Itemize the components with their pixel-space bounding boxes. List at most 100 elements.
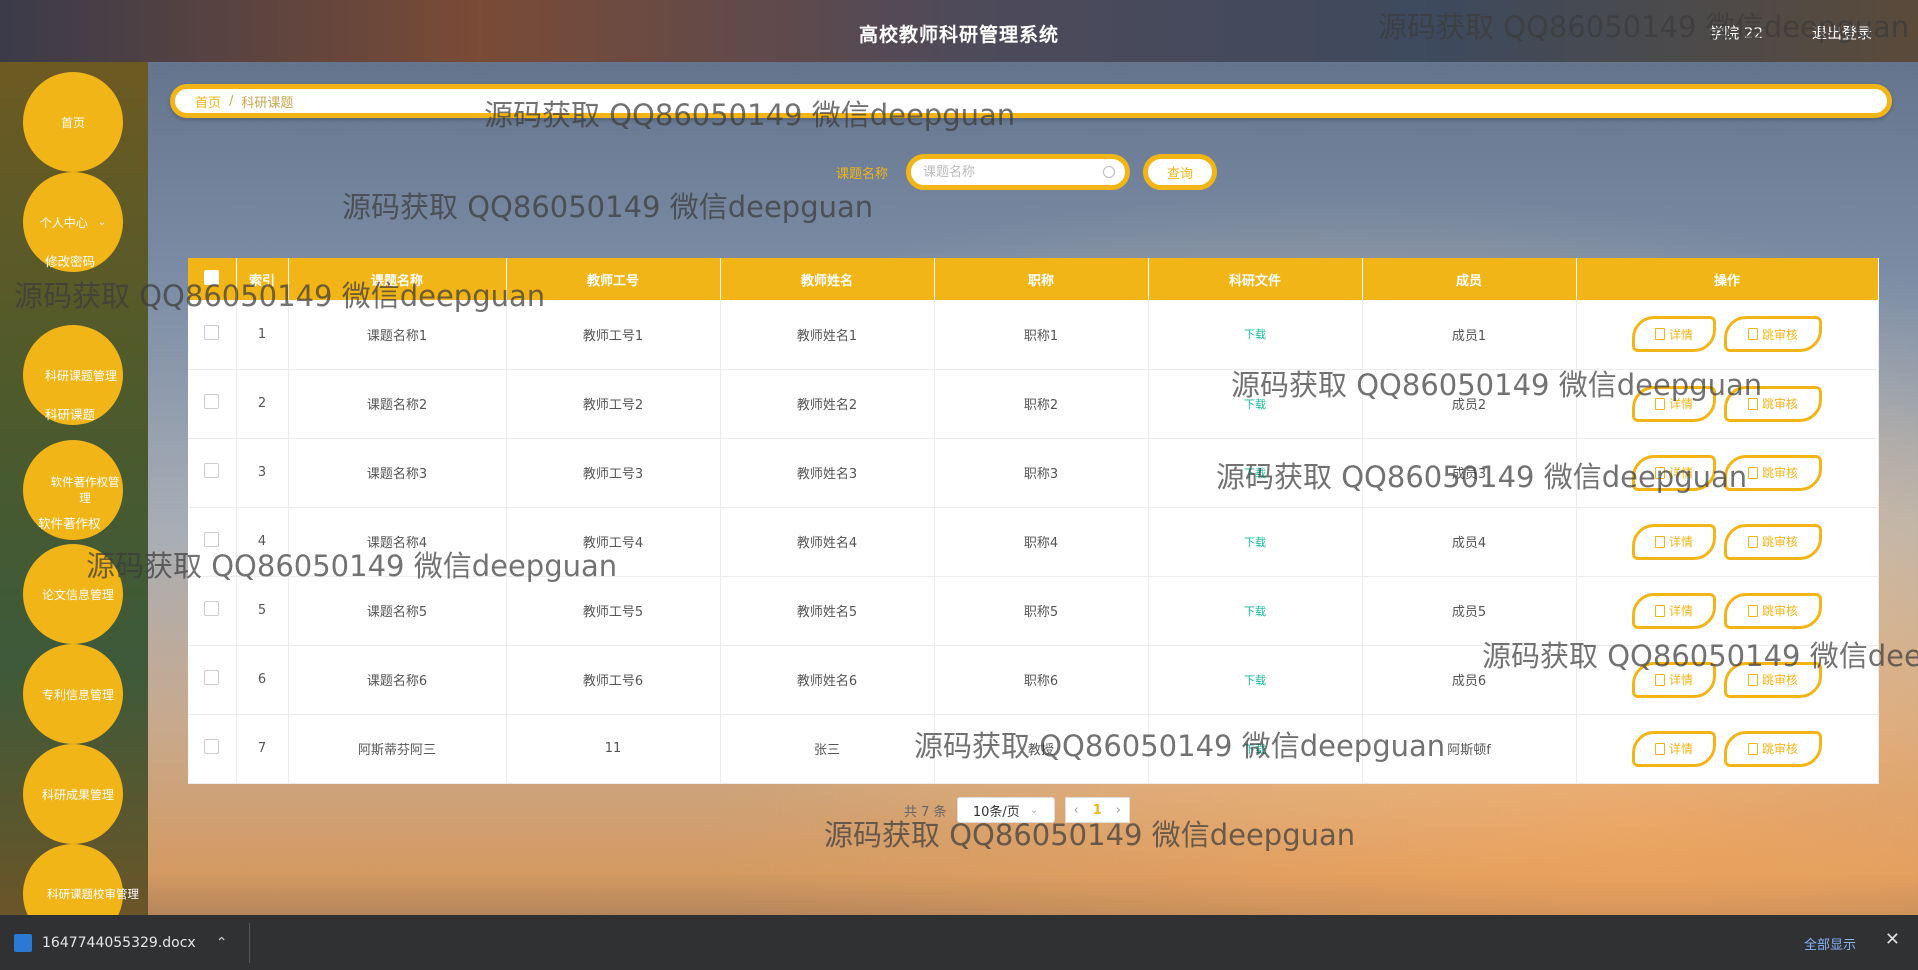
- download-link[interactable]: 下载: [1244, 467, 1266, 480]
- document-icon: [1747, 673, 1758, 686]
- detail-button[interactable]: 详情: [1632, 730, 1716, 767]
- cell-teacher-id: 11: [506, 714, 721, 783]
- menu-patent-info-mgmt[interactable]: 专利信息管理: [23, 644, 123, 744]
- next-page-icon[interactable]: ›: [1116, 803, 1121, 818]
- document-icon: [1747, 604, 1758, 617]
- review-button[interactable]: 跳审核: [1724, 523, 1822, 560]
- detail-label: 详情: [1668, 466, 1693, 480]
- close-icon[interactable]: ✕: [1885, 929, 1900, 950]
- chevron-down-icon: ⌄: [97, 216, 107, 228]
- cell-teacher-id: 教师工号1: [506, 300, 721, 369]
- row-select-cell: [188, 507, 237, 576]
- cell-topic-name: 课题名称6: [288, 645, 507, 714]
- download-bar: 1647744055329.docx ⌃ 全部显示 ✕: [0, 915, 1918, 970]
- download-item[interactable]: 1647744055329.docx ⌃: [14, 933, 228, 952]
- row-checkbox[interactable]: [204, 532, 220, 547]
- show-all-button[interactable]: 全部显示: [1804, 934, 1856, 953]
- review-label: 跳审核: [1761, 673, 1798, 687]
- detail-label: 详情: [1668, 673, 1693, 687]
- search-input[interactable]: [921, 163, 1095, 181]
- menu-label: 软件著作权管理: [50, 475, 120, 505]
- cell-teacher-id: 教师工号3: [506, 438, 721, 507]
- detail-button[interactable]: 详情: [1632, 454, 1716, 491]
- review-button[interactable]: 跳审核: [1724, 385, 1822, 422]
- cell-title: 职称5: [934, 576, 1149, 645]
- breadcrumb-home[interactable]: 首页: [195, 92, 221, 111]
- review-button[interactable]: 跳审核: [1724, 730, 1822, 767]
- cell-research-file: 下载: [1148, 507, 1363, 576]
- menu-home[interactable]: 首页: [23, 72, 123, 172]
- detail-button[interactable]: 详情: [1632, 592, 1716, 629]
- detail-button[interactable]: 详情: [1632, 316, 1716, 353]
- menu-paper-info-mgmt[interactable]: 论文信息管理: [23, 544, 123, 644]
- page-number[interactable]: 1: [1093, 803, 1102, 818]
- cell-members: 成员2: [1362, 369, 1577, 438]
- table-row: 6 课题名称6 教师工号6 教师姓名6 职称6 下载 成员6 详情 跳审核: [188, 645, 1879, 714]
- table-row: 5 课题名称5 教师工号5 教师姓名5 职称5 下载 成员5 详情 跳审核: [188, 576, 1879, 645]
- review-button[interactable]: 跳审核: [1724, 661, 1822, 698]
- logout-link[interactable]: 退出登录: [1812, 22, 1872, 43]
- cell-research-file: 下载: [1148, 438, 1363, 507]
- submenu-research-topic[interactable]: 科研课题: [45, 404, 95, 423]
- row-select-cell: [188, 369, 237, 438]
- select-all-checkbox[interactable]: [204, 269, 220, 285]
- cell-teacher-id: 教师工号6: [506, 645, 721, 714]
- cell-title: 职称2: [934, 369, 1149, 438]
- row-checkbox[interactable]: [204, 739, 220, 754]
- download-link[interactable]: 下载: [1244, 398, 1266, 411]
- review-button[interactable]: 跳审核: [1724, 316, 1822, 353]
- page-size-select[interactable]: 10条/页 ⌄: [956, 797, 1055, 823]
- detail-label: 详情: [1668, 397, 1693, 411]
- col-header-members: 成员: [1362, 258, 1577, 300]
- col-header-teacher-id: 教师工号: [506, 258, 721, 300]
- download-link[interactable]: 下载: [1244, 328, 1266, 341]
- chevron-up-icon[interactable]: ⌃: [216, 935, 228, 951]
- query-button[interactable]: 查询: [1143, 154, 1217, 190]
- download-link[interactable]: 下载: [1244, 605, 1266, 618]
- cell-members: 成员5: [1362, 576, 1577, 645]
- review-button[interactable]: 跳审核: [1724, 592, 1822, 629]
- cell-title: 职称3: [934, 438, 1149, 507]
- document-icon: [1654, 673, 1665, 686]
- chevron-down-icon: ⌄: [1029, 804, 1039, 816]
- prev-page-icon[interactable]: ‹: [1074, 803, 1079, 818]
- menu-research-results-mgmt[interactable]: 科研成果管理: [23, 744, 123, 844]
- row-checkbox[interactable]: [204, 670, 220, 685]
- document-icon: [1654, 535, 1665, 548]
- submenu-software-copyright[interactable]: 软件著作权: [38, 513, 101, 532]
- detail-button[interactable]: 详情: [1632, 661, 1716, 698]
- download-link[interactable]: 下载: [1244, 674, 1266, 687]
- cell-teacher-name: 张三: [720, 714, 935, 783]
- cell-actions: 详情 跳审核: [1576, 300, 1879, 369]
- review-label: 跳审核: [1761, 397, 1798, 411]
- cell-research-file: 下载: [1148, 300, 1363, 369]
- row-checkbox[interactable]: [204, 463, 220, 478]
- review-button[interactable]: 跳审核: [1724, 454, 1822, 491]
- document-icon: [1654, 328, 1665, 341]
- row-select-cell: [188, 645, 237, 714]
- cell-index: 2: [236, 369, 289, 438]
- download-link[interactable]: 下载: [1244, 743, 1266, 756]
- review-label: 跳审核: [1761, 466, 1798, 480]
- cell-title: 职称6: [934, 645, 1149, 714]
- document-icon: [1747, 535, 1758, 548]
- document-icon: [1747, 742, 1758, 755]
- download-link[interactable]: 下载: [1244, 536, 1266, 549]
- table-row: 4 课题名称4 教师工号4 教师姓名4 职称4 下载 成员4 详情 跳审核: [188, 507, 1879, 576]
- document-icon: [1747, 328, 1758, 341]
- row-checkbox[interactable]: [204, 394, 220, 409]
- detail-button[interactable]: 详情: [1632, 523, 1716, 560]
- table-header-row: 索引 课题名称 教师工号 教师姓名 职称 科研文件 成员 操作: [188, 258, 1879, 300]
- cell-index: 7: [236, 714, 289, 783]
- cell-research-file: 下载: [1148, 369, 1363, 438]
- submenu-change-password[interactable]: 修改密码: [45, 251, 95, 270]
- table-row: 1 课题名称1 教师工号1 教师姓名1 职称1 下载 成员1 详情 跳审核: [188, 300, 1879, 369]
- row-checkbox[interactable]: [204, 601, 220, 616]
- select-all-header[interactable]: [188, 258, 237, 300]
- row-checkbox[interactable]: [204, 324, 220, 340]
- cell-title: 职称1: [934, 300, 1149, 369]
- cell-teacher-name: 教师姓名5: [720, 576, 935, 645]
- document-icon: [1654, 466, 1665, 479]
- detail-button[interactable]: 详情: [1632, 385, 1716, 422]
- menu-label: 首页: [60, 115, 85, 130]
